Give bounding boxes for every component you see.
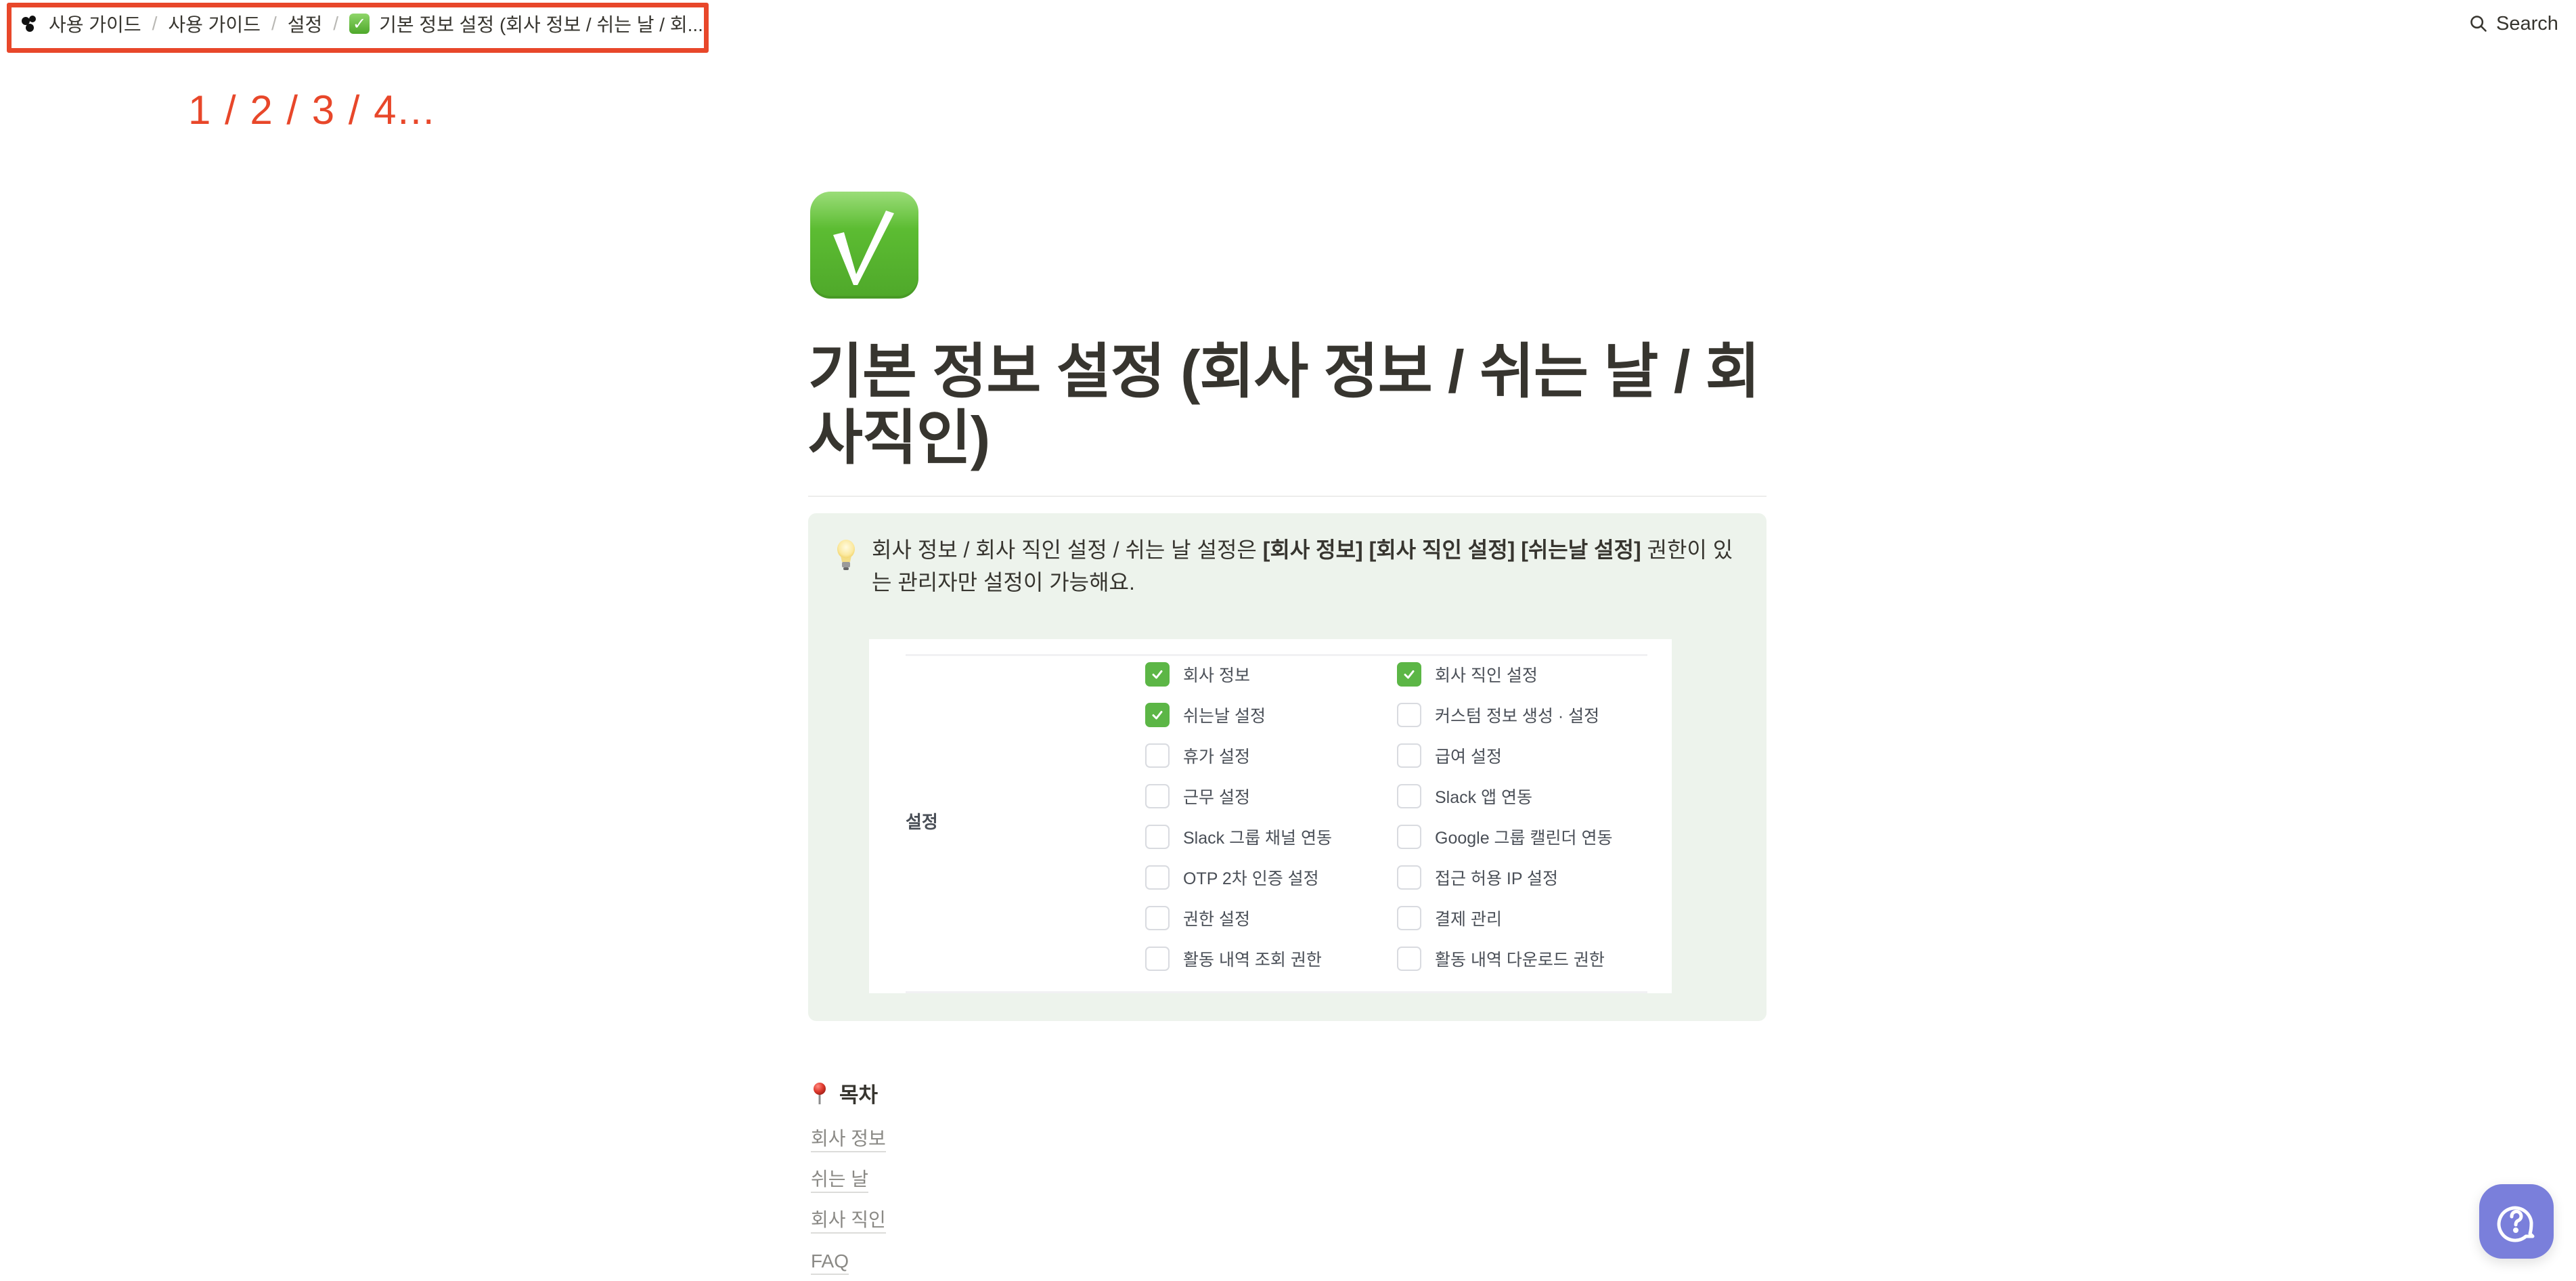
permission-label: 권한 설정 <box>1183 910 1250 929</box>
help-chat-button[interactable] <box>2479 1184 2554 1259</box>
permission-checkbox-item[interactable]: 커스텀 정보 생성 · 설정 <box>1397 703 1599 727</box>
checkbox-checked[interactable] <box>1397 662 1421 687</box>
toc-link-company-seal[interactable]: 회사 직인 <box>811 1208 886 1234</box>
help-chat-icon <box>2497 1206 2535 1242</box>
search-label: Search <box>2496 12 2558 35</box>
permission-label: Slack 앱 연동 <box>1435 788 1533 807</box>
checkbox-checked[interactable] <box>1145 662 1170 687</box>
breadcrumb-label: 설정 <box>287 14 323 35</box>
title-divider <box>808 496 1767 497</box>
permission-checkbox-item[interactable]: 권한 설정 <box>1145 906 1250 930</box>
permission-label: 접근 허용 IP 설정 <box>1435 869 1559 888</box>
checkbox-unchecked[interactable] <box>1397 703 1421 727</box>
permission-label: OTP 2차 인증 설정 <box>1183 869 1319 888</box>
permission-checkbox-item[interactable]: Google 그룹 캘린더 연동 <box>1397 825 1612 849</box>
page-icon[interactable] <box>810 192 918 299</box>
checkbox-unchecked[interactable] <box>1145 906 1170 930</box>
top-bar: 사용 가이드 / 사용 가이드 / 설정 / ✓ 기본 정보 설정 (회사 정보… <box>0 0 2576 47</box>
toc-link-faq[interactable]: FAQ <box>811 1249 849 1275</box>
permission-label: 쉬는날 설정 <box>1183 707 1266 726</box>
checkbox-unchecked[interactable] <box>1397 906 1421 930</box>
permission-label: 회사 직인 설정 <box>1435 666 1538 685</box>
callout-text-pre: 회사 정보 / 회사 직인 설정 / 쉬는 날 설정은 <box>872 538 1263 562</box>
permission-checkbox-item[interactable]: 활동 내역 조회 권한 <box>1145 947 1322 971</box>
breadcrumb-label: 사용 가이드 <box>168 14 261 35</box>
checkbox-unchecked[interactable] <box>1397 947 1421 971</box>
breadcrumb-item-settings[interactable]: 설정 <box>285 10 326 37</box>
permission-label: 활동 내역 다운로드 권한 <box>1435 951 1605 970</box>
checkbox-unchecked[interactable] <box>1145 743 1170 768</box>
checkbox-unchecked[interactable] <box>1145 947 1170 971</box>
permission-label: 근무 설정 <box>1183 788 1250 807</box>
permission-checkbox-item[interactable]: 근무 설정 <box>1145 784 1250 808</box>
checkbox-unchecked[interactable] <box>1397 865 1421 890</box>
permission-label: 휴가 설정 <box>1183 747 1250 766</box>
checkmark-icon <box>1152 670 1163 679</box>
round-pushpin-icon <box>814 1082 826 1104</box>
permission-checkbox-item[interactable]: 쉬는날 설정 <box>1145 703 1266 727</box>
permission-checkbox-item[interactable]: 결제 관리 <box>1397 906 1502 930</box>
callout-text-bold: [회사 정보] [회사 직인 설정] [쉬는날 설정] <box>1262 538 1641 562</box>
table-bottom-rule <box>906 991 1647 993</box>
permissions-section-label: 설정 <box>906 812 938 832</box>
checkbox-unchecked[interactable] <box>1397 784 1421 808</box>
checkbox-unchecked[interactable] <box>1397 825 1421 849</box>
permission-label: 활동 내역 조회 권한 <box>1183 951 1322 970</box>
table-top-rule <box>906 654 1647 656</box>
annotation-text: 1 / 2 / 3 / 4... <box>188 87 436 133</box>
permission-checkbox-item[interactable]: 회사 직인 설정 <box>1397 662 1538 687</box>
permission-checkbox-item[interactable]: 접근 허용 IP 설정 <box>1397 865 1558 890</box>
check-mark-emoji-icon <box>833 211 894 285</box>
breadcrumb-label: 사용 가이드 <box>49 14 141 35</box>
checkbox-unchecked[interactable] <box>1145 784 1170 808</box>
check-mark-emoji-icon: ✓ <box>349 14 370 34</box>
permission-label: 결제 관리 <box>1435 910 1502 929</box>
permission-checkbox-item[interactable]: 급여 설정 <box>1397 743 1502 768</box>
toc-link-company-info[interactable]: 회사 정보 <box>811 1127 886 1152</box>
breadcrumb-separator: / <box>333 13 339 34</box>
permission-checkbox-item[interactable]: Slack 앱 연동 <box>1397 784 1532 808</box>
toc-heading: 목차 <box>812 1078 878 1108</box>
checkbox-unchecked[interactable] <box>1397 743 1421 768</box>
checkbox-unchecked[interactable] <box>1145 865 1170 890</box>
checkmark-icon <box>1152 711 1163 720</box>
permission-label: Google 그룹 캘린더 연동 <box>1435 829 1613 848</box>
permission-checkbox-item[interactable]: 휴가 설정 <box>1145 743 1250 768</box>
permission-checkbox-item[interactable]: Slack 그룹 채널 연동 <box>1145 825 1332 849</box>
workspace-logo-icon <box>20 14 39 33</box>
page-title[interactable]: 기본 정보 설정 (회사 정보 / 쉬는 날 / 회사직인) <box>808 339 1769 471</box>
toc-link-holidays[interactable]: 쉬는 날 <box>811 1167 869 1193</box>
breadcrumb: 사용 가이드 / 사용 가이드 / 설정 / ✓ 기본 정보 설정 (회사 정보… <box>18 9 706 38</box>
permission-checkbox-item[interactable]: OTP 2차 인증 설정 <box>1145 865 1319 890</box>
toc-heading-label: 목차 <box>839 1083 879 1107</box>
permission-label: 커스텀 정보 생성 · 설정 <box>1435 707 1600 726</box>
checkbox-checked[interactable] <box>1145 703 1170 727</box>
light-bulb-icon <box>837 540 855 570</box>
checkmark-icon <box>1404 670 1415 679</box>
breadcrumb-label: 기본 정보 설정 (회사 정보 / 쉬는 날 / 회... <box>379 14 703 35</box>
permission-label: 회사 정보 <box>1183 666 1250 685</box>
checkbox-unchecked[interactable] <box>1145 825 1170 849</box>
breadcrumb-item-guide[interactable]: 사용 가이드 <box>165 10 263 37</box>
search-icon <box>2470 16 2487 32</box>
permission-label: Slack 그룹 채널 연동 <box>1183 829 1332 848</box>
breadcrumb-separator: / <box>271 13 277 34</box>
permission-checkbox-item[interactable]: 활동 내역 다운로드 권한 <box>1397 947 1605 971</box>
callout-text: 회사 정보 / 회사 직인 설정 / 쉬는 날 설정은 [회사 정보] [회사 … <box>872 534 1752 599</box>
callout-block: 회사 정보 / 회사 직인 설정 / 쉬는 날 설정은 [회사 정보] [회사 … <box>808 513 1767 1021</box>
permissions-screenshot: 설정 회사 정보쉬는날 설정휴가 설정근무 설정 Slack 그룹 채널 연동 OT… <box>869 639 1672 993</box>
search-button[interactable]: Search <box>2464 9 2564 38</box>
permission-label: 급여 설정 <box>1435 747 1502 766</box>
permission-checkbox-item[interactable]: 회사 정보 <box>1145 662 1250 687</box>
breadcrumb-item-current-page[interactable]: ✓ 기본 정보 설정 (회사 정보 / 쉬는 날 / 회... <box>347 10 706 37</box>
breadcrumb-separator: / <box>152 13 158 34</box>
breadcrumb-item-workspace[interactable]: 사용 가이드 <box>18 10 144 37</box>
